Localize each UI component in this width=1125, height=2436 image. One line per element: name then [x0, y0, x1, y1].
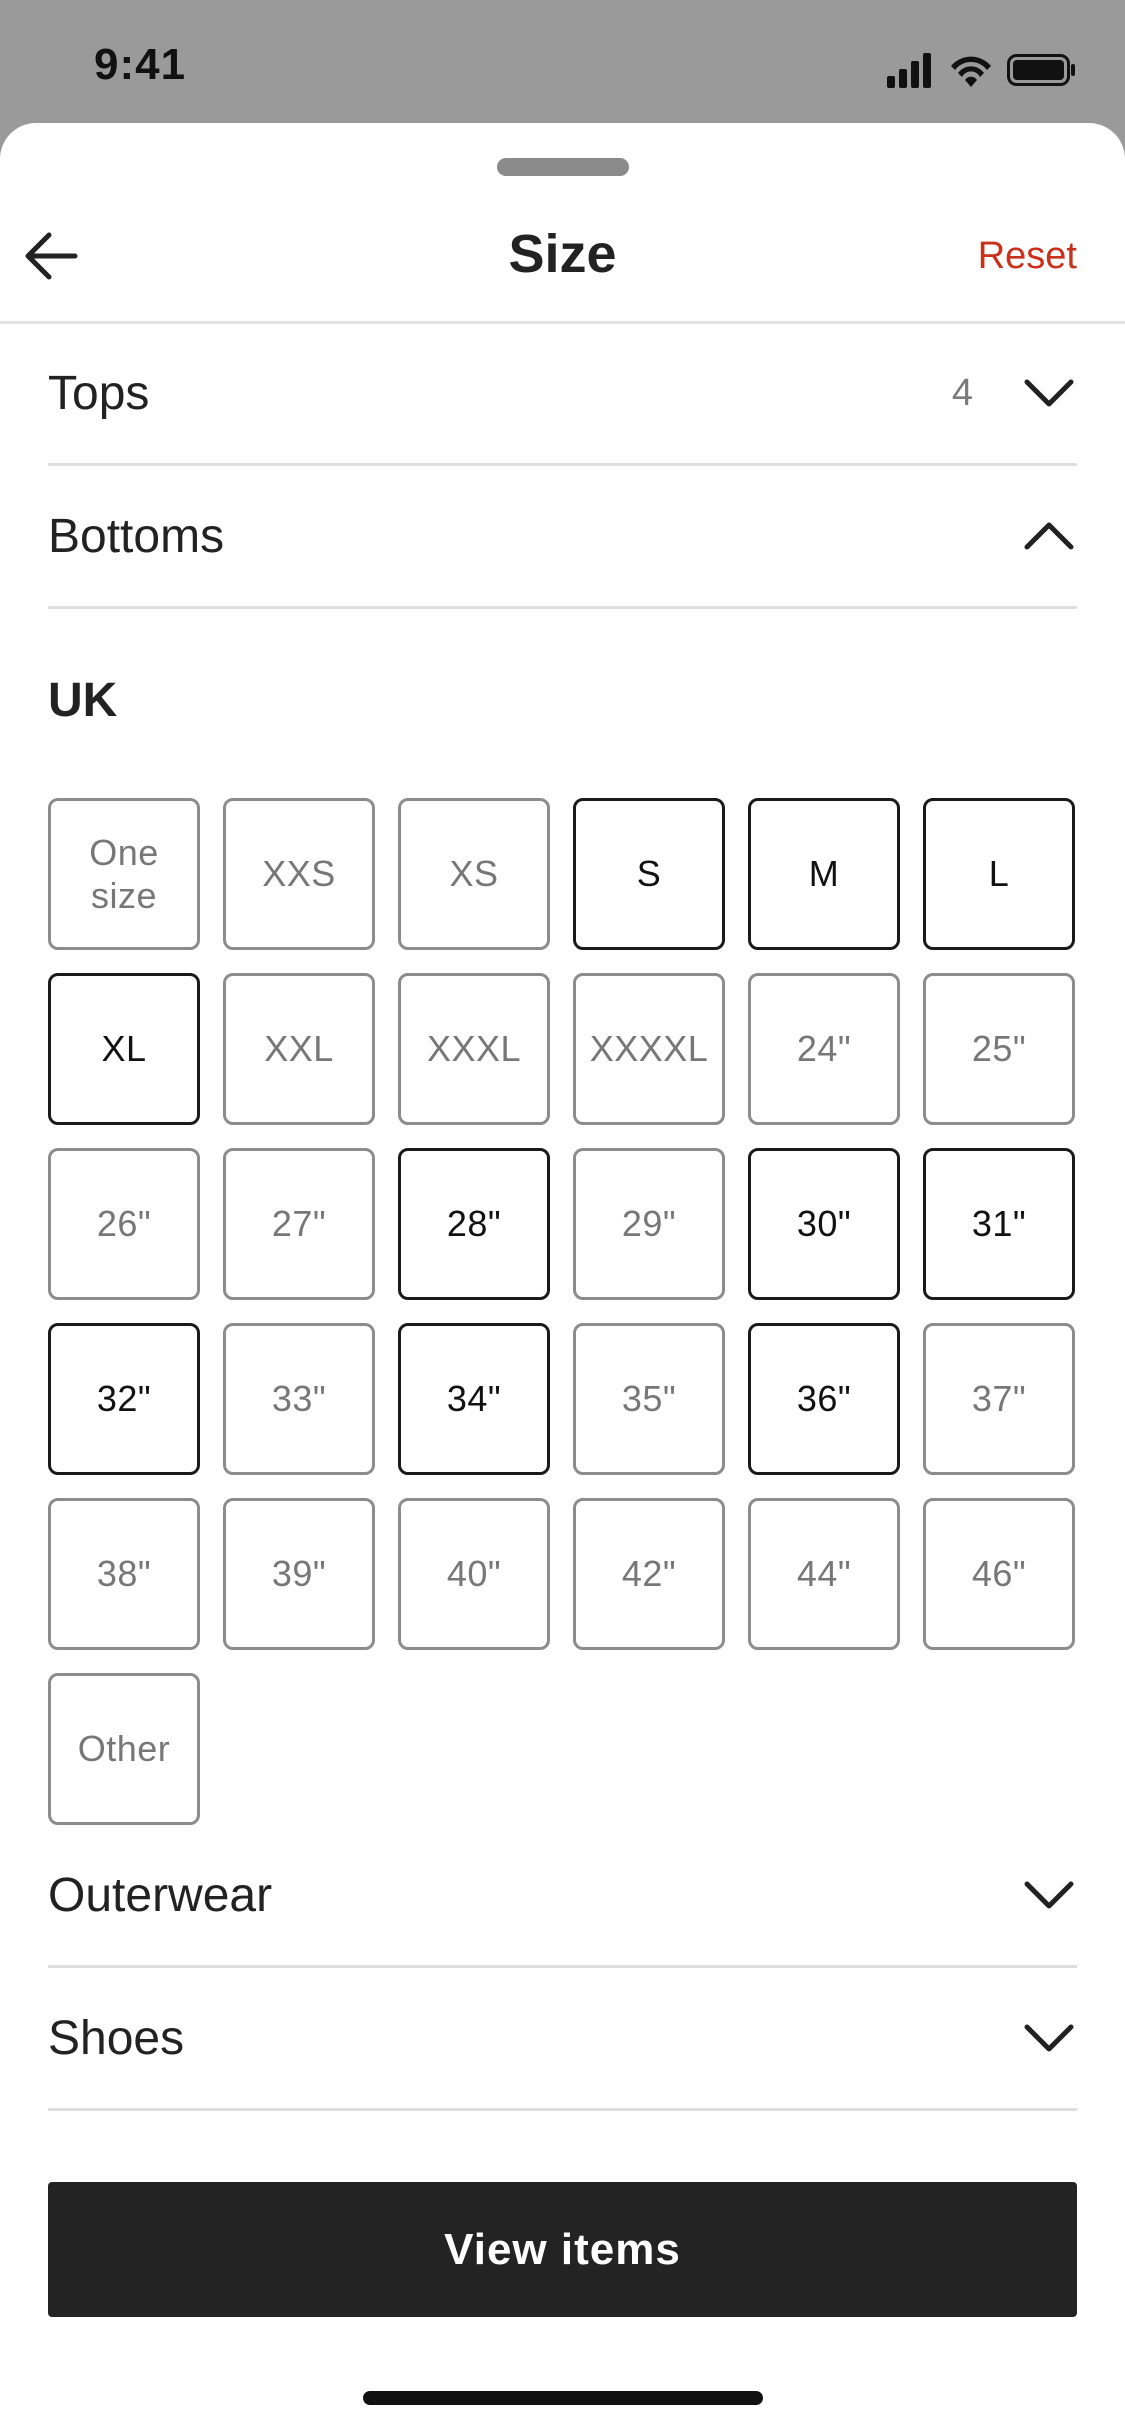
- size-option[interactable]: 33": [223, 1323, 375, 1475]
- size-option[interactable]: XS: [398, 798, 550, 950]
- accordion-outerwear[interactable]: Outerwear: [48, 1825, 1077, 1968]
- size-option[interactable]: 24": [748, 973, 900, 1125]
- size-option[interactable]: XXS: [223, 798, 375, 950]
- size-option[interactable]: 31": [923, 1148, 1075, 1300]
- size-option[interactable]: 44": [748, 1498, 900, 1650]
- status-icons: [887, 50, 1077, 90]
- size-option[interactable]: Other: [48, 1673, 200, 1825]
- signal-icon: [887, 53, 931, 88]
- wifi-icon: [951, 56, 991, 87]
- size-option[interactable]: M: [748, 798, 900, 950]
- sheet-title: Size: [508, 224, 617, 284]
- accordion-outerwear-label: Outerwear: [48, 1868, 273, 1922]
- size-option[interactable]: 28": [398, 1148, 550, 1300]
- accordion-tops-count: 4: [951, 371, 973, 414]
- size-option[interactable]: XL: [48, 973, 200, 1125]
- size-option[interactable]: 42": [573, 1498, 725, 1650]
- reset-button[interactable]: Reset: [978, 235, 1077, 278]
- size-option[interactable]: XXXL: [398, 973, 550, 1125]
- size-option[interactable]: XXXXL: [573, 973, 725, 1125]
- status-time: 9:41: [94, 40, 187, 89]
- size-option[interactable]: 27": [223, 1148, 375, 1300]
- size-region-label: UK: [48, 674, 118, 727]
- chevron-down-icon: [1021, 365, 1077, 421]
- size-filter-sheet: Size Reset Tops 4 Bottoms UK One size XXS…: [0, 123, 1125, 2436]
- status-bar: 9:41: [0, 0, 1125, 123]
- chevron-down-icon: [1021, 1867, 1077, 1923]
- accordion-shoes-label: Shoes: [48, 2011, 185, 2065]
- accordion-shoes[interactable]: Shoes: [48, 1968, 1077, 2111]
- size-option[interactable]: 35": [573, 1323, 725, 1475]
- chevron-up-icon: [1021, 508, 1077, 564]
- accordion-tops[interactable]: Tops 4: [48, 323, 1077, 466]
- accordion-bottoms-label: Bottoms: [48, 509, 225, 563]
- size-option[interactable]: 36": [748, 1323, 900, 1475]
- size-option[interactable]: 25": [923, 973, 1075, 1125]
- size-option[interactable]: 40": [398, 1498, 550, 1650]
- size-option[interactable]: XXL: [223, 973, 375, 1125]
- accordion-bottoms[interactable]: Bottoms: [48, 466, 1077, 609]
- size-option[interactable]: L: [923, 798, 1075, 950]
- home-indicator: [363, 2391, 763, 2405]
- size-option[interactable]: S: [573, 798, 725, 950]
- size-option[interactable]: 34": [398, 1323, 550, 1475]
- size-option[interactable]: 30": [748, 1148, 900, 1300]
- size-grid: One size XXS XS S M L XL XXL XXXL XXXXL 24" 25" 26" 2…: [48, 798, 1077, 1825]
- size-option[interactable]: 37": [923, 1323, 1075, 1475]
- size-option[interactable]: 38": [48, 1498, 200, 1650]
- battery-icon: [1007, 54, 1075, 86]
- size-option[interactable]: One size: [48, 798, 200, 950]
- sheet-grabber[interactable]: [497, 158, 629, 176]
- size-option[interactable]: 39": [223, 1498, 375, 1650]
- view-items-button[interactable]: View items: [48, 2182, 1077, 2317]
- size-option[interactable]: 29": [573, 1148, 725, 1300]
- size-option[interactable]: 26": [48, 1148, 200, 1300]
- size-option[interactable]: 46": [923, 1498, 1075, 1650]
- size-option[interactable]: 32": [48, 1323, 200, 1475]
- accordion-tops-label: Tops: [48, 366, 150, 420]
- chevron-down-icon: [1021, 2010, 1077, 2066]
